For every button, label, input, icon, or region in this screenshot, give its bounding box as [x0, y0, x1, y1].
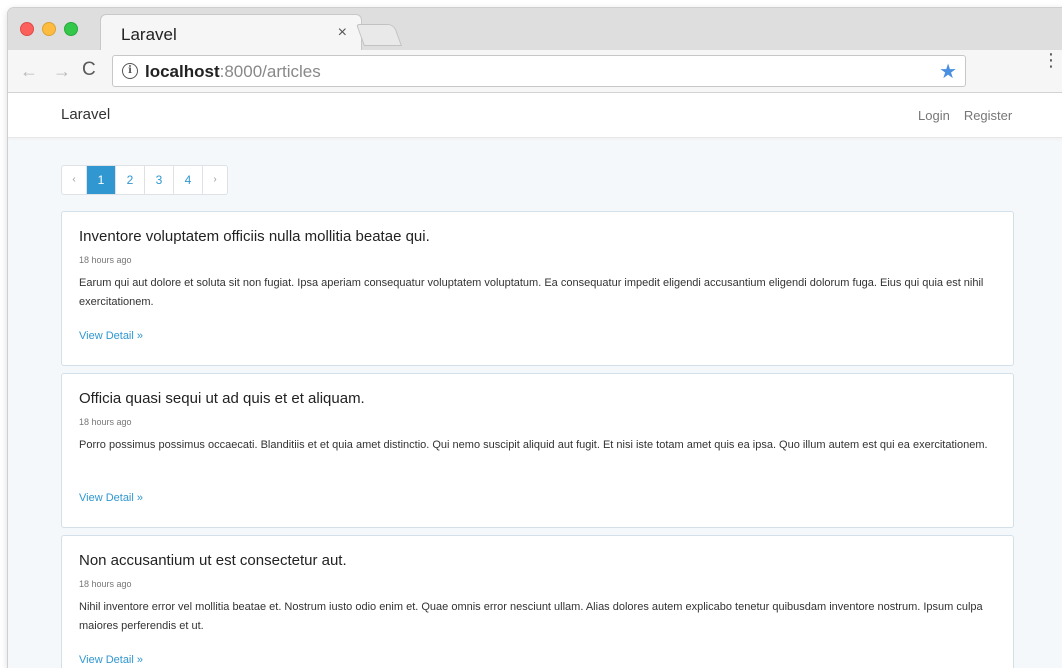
- article-timestamp: 18 hours ago: [79, 417, 132, 427]
- tab-laravel[interactable]: Laravel ×: [100, 14, 362, 52]
- pagination-page-4[interactable]: 4: [174, 166, 203, 194]
- page-content: Laravel Login Register ‹ 1 2 3 4 › Inven…: [8, 93, 1062, 668]
- view-detail-link[interactable]: View Detail »: [79, 330, 143, 342]
- close-window-button[interactable]: [20, 22, 34, 36]
- auth-links: Login Register: [918, 108, 1012, 123]
- login-link[interactable]: Login: [918, 108, 950, 123]
- tab-close-icon[interactable]: ×: [338, 24, 347, 42]
- pagination-page-3[interactable]: 3: [145, 166, 174, 194]
- address-bar[interactable]: i localhost:8000/articles ★: [112, 55, 966, 87]
- view-detail-link[interactable]: View Detail »: [79, 492, 143, 504]
- article-card: Inventore voluptatem officiis nulla moll…: [61, 211, 1014, 366]
- pagination-page-1[interactable]: 1: [87, 166, 116, 194]
- article-card: Non accusantium ut est consectetur aut. …: [61, 535, 1014, 668]
- article-timestamp: 18 hours ago: [79, 579, 132, 589]
- pagination-page-2[interactable]: 2: [116, 166, 145, 194]
- tab-strip: Laravel ×: [8, 8, 1062, 52]
- reload-icon[interactable]: C: [82, 59, 96, 81]
- pagination-next-icon[interactable]: ›: [203, 166, 227, 194]
- browser-window: Laravel × ← → C i localhost:8000/article…: [8, 8, 1062, 668]
- window-controls: [20, 22, 78, 36]
- pagination: ‹ 1 2 3 4 ›: [61, 165, 228, 195]
- url-path: :8000/articles: [219, 62, 321, 81]
- forward-arrow-icon[interactable]: →: [53, 61, 71, 82]
- browser-menu-icon[interactable]: ⋮: [1042, 50, 1060, 70]
- app-navbar: Laravel Login Register: [8, 93, 1062, 138]
- article-excerpt: Porro possimus possimus occaecati. Bland…: [79, 439, 988, 451]
- article-timestamp: 18 hours ago: [79, 255, 132, 265]
- browser-toolbar: ← → C i localhost:8000/articles ★ ⋮: [8, 50, 1062, 93]
- info-icon[interactable]: i: [122, 63, 138, 79]
- view-detail-link[interactable]: View Detail »: [79, 654, 143, 666]
- article-card: Officia quasi sequi ut ad quis et et ali…: [61, 373, 1014, 528]
- url-text[interactable]: localhost:8000/articles: [145, 62, 321, 82]
- article-title: Non accusantium ut est consectetur aut.: [79, 552, 347, 569]
- article-excerpt: Nihil inventore error vel mollitia beata…: [79, 601, 983, 632]
- register-link[interactable]: Register: [964, 108, 1012, 123]
- maximize-window-button[interactable]: [64, 22, 78, 36]
- pagination-prev-icon[interactable]: ‹: [62, 166, 87, 194]
- bookmark-star-icon[interactable]: ★: [939, 59, 957, 84]
- new-tab-button[interactable]: [355, 24, 403, 46]
- article-title: Officia quasi sequi ut ad quis et et ali…: [79, 390, 365, 407]
- article-title: Inventore voluptatem officiis nulla moll…: [79, 228, 430, 245]
- tab-title: Laravel: [121, 25, 177, 44]
- brand-link[interactable]: Laravel: [61, 106, 110, 123]
- article-excerpt: Earum qui aut dolore et soluta sit non f…: [79, 277, 984, 308]
- minimize-window-button[interactable]: [42, 22, 56, 36]
- back-arrow-icon[interactable]: ←: [20, 61, 38, 82]
- url-host: localhost: [145, 62, 220, 81]
